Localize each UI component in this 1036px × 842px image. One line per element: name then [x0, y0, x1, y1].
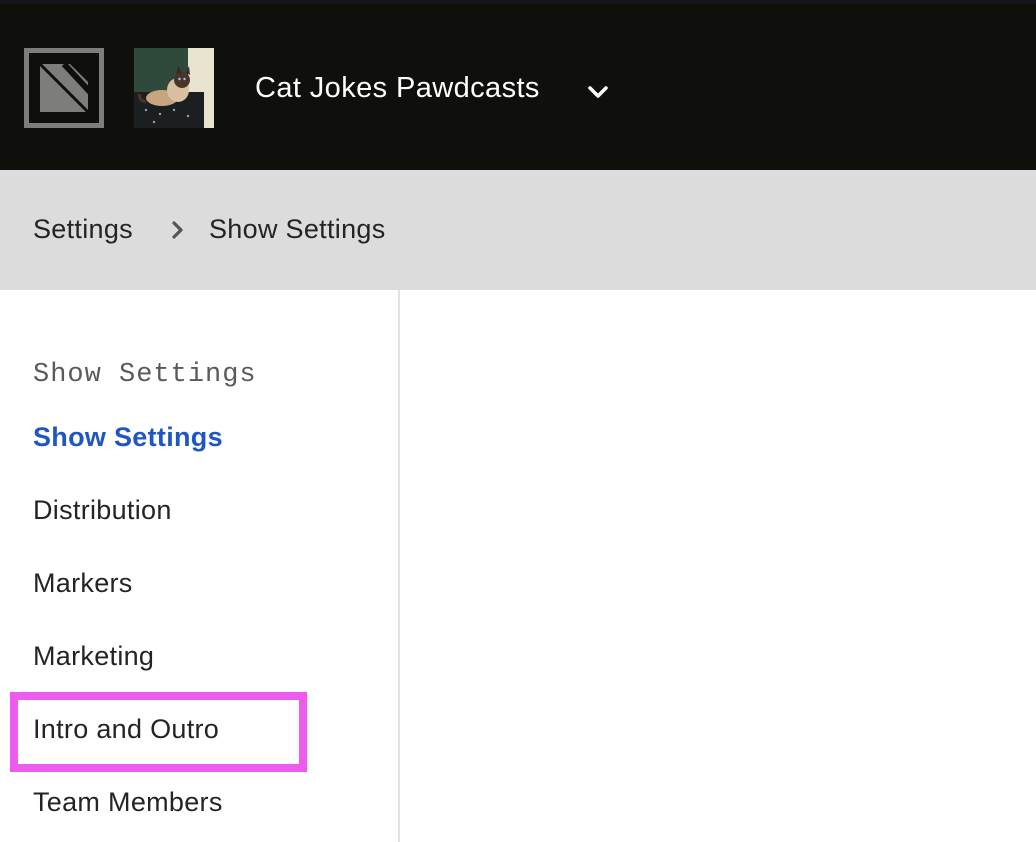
- app-logo-icon[interactable]: [24, 48, 104, 128]
- breadcrumb: Settings Show Settings: [0, 170, 1036, 290]
- settings-sidebar: Show Settings Show Settings Distribution…: [0, 290, 400, 842]
- sidebar-item-distribution[interactable]: Distribution: [33, 495, 172, 526]
- breadcrumb-current: Show Settings: [209, 214, 386, 244]
- show-title[interactable]: Cat Jokes Pawdcasts: [255, 72, 540, 105]
- sidebar-item-markers[interactable]: Markers: [33, 568, 133, 599]
- sidebar-section-heading: Show Settings: [33, 360, 257, 390]
- top-bar: Cat Jokes Pawdcasts: [0, 0, 1036, 170]
- chevron-down-icon[interactable]: [584, 78, 612, 106]
- show-artwork-image[interactable]: [134, 48, 214, 128]
- sidebar-item-intro-and-outro[interactable]: Intro and Outro: [33, 714, 219, 745]
- sidebar-item-marketing[interactable]: Marketing: [33, 641, 154, 672]
- sidebar-item-show-settings[interactable]: Show Settings: [33, 422, 223, 453]
- breadcrumb-settings-link[interactable]: Settings: [33, 214, 133, 245]
- main-content: [400, 290, 1036, 842]
- chevron-right-icon: [168, 219, 188, 246]
- sidebar-item-team-members[interactable]: Team Members: [33, 787, 223, 818]
